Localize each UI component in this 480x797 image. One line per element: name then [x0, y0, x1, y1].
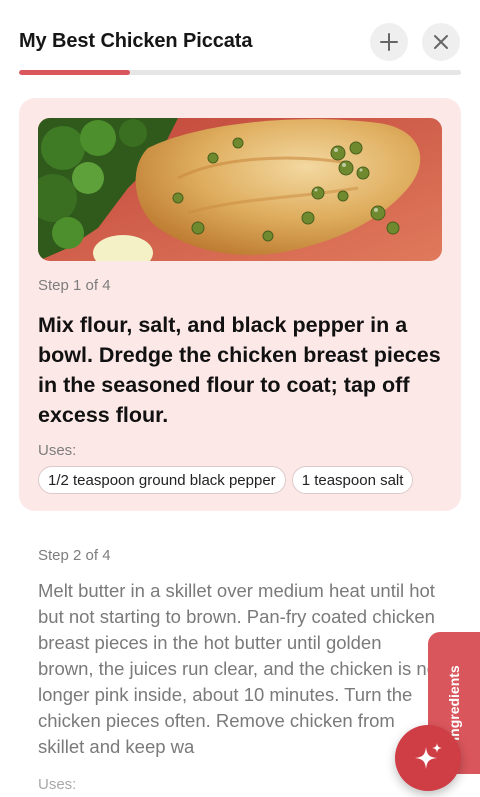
close-button[interactable] [422, 23, 460, 61]
progress-bar [19, 70, 461, 75]
close-icon [434, 35, 448, 49]
progress-fill [19, 70, 130, 75]
ingredient-chip[interactable]: 1 teaspoon salt [291, 466, 414, 494]
step-card-active: Step 1 of 4 Mix flour, salt, and black p… [19, 98, 461, 511]
plus-icon [380, 33, 398, 51]
add-button[interactable] [370, 23, 408, 61]
uses-label: Uses: [38, 442, 77, 459]
sparkle-icon [415, 743, 442, 769]
step-instruction: Mix flour, salt, and black pepper in a b… [38, 313, 441, 427]
step-label: Step 2 of 4 [38, 547, 111, 564]
step-instruction: Melt butter in a skillet over medium hea… [38, 580, 438, 757]
ingredient-chips: 1/2 teaspoon ground black pepper 1 teasp… [38, 466, 414, 494]
uses-label: Uses: [38, 776, 77, 793]
step-label: Step 1 of 4 [38, 277, 111, 294]
ingredient-chip[interactable]: 1/2 teaspoon ground black pepper [38, 466, 286, 494]
page-title: My Best Chicken Piccata [19, 30, 253, 52]
assistant-button[interactable] [395, 725, 461, 791]
header: My Best Chicken Piccata [0, 0, 480, 90]
ingredients-tab-label: Ingredients [446, 665, 462, 741]
recipe-photo [38, 118, 442, 261]
